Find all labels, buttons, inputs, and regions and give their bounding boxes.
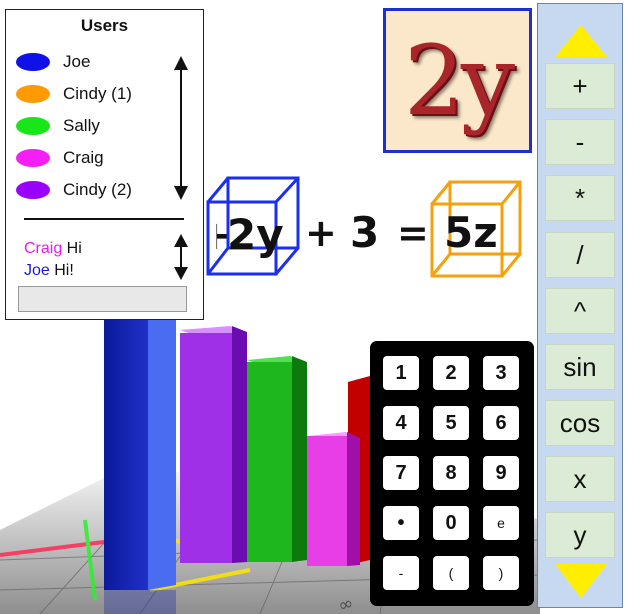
users-panel-title: Users (80, 16, 129, 35)
chat-message-joe: Joe Hi! (24, 262, 74, 280)
key-2[interactable]: 2 (433, 356, 469, 390)
users-panel: Users Joe Cindy (1) Sally Craig Cindy (2… (5, 9, 204, 320)
key-3[interactable]: 3 (483, 356, 519, 390)
key-close-paren[interactable]: ) (483, 556, 519, 590)
key-e[interactable]: e (483, 506, 519, 540)
key-decimal-point[interactable]: • (383, 506, 419, 540)
term-tile-label: 2y (403, 24, 515, 137)
chat-input[interactable] (18, 286, 187, 312)
user-color-dot (16, 53, 50, 71)
operator-power-button[interactable]: ^ (545, 288, 615, 334)
equation-plus: + (305, 211, 337, 255)
user-color-dot (16, 117, 50, 135)
term-tile-2y[interactable]: 2y (383, 8, 532, 153)
key-7[interactable]: 7 (383, 456, 419, 490)
bar-magenta (307, 432, 360, 566)
user-name: Craig (63, 148, 104, 167)
scroll-up-arrow-icon[interactable] (555, 25, 607, 57)
bar-green (247, 356, 307, 562)
operators-panel: + - * / ^ sin cos x y (537, 3, 623, 608)
user-color-dot (16, 181, 50, 199)
operator-plus-button[interactable]: + (545, 63, 615, 109)
key-6[interactable]: 6 (483, 406, 519, 440)
key-0[interactable]: 0 (433, 506, 469, 540)
operator-divide-button[interactable]: / (545, 232, 615, 278)
operator-multiply-button[interactable]: * (545, 175, 615, 221)
chat-sender: Craig (24, 240, 63, 257)
users-chat-divider[interactable] (24, 218, 184, 220)
key-open-paren[interactable]: ( (433, 556, 469, 590)
chat-text: Hi! (49, 262, 74, 279)
equation-term-2y: 2y (227, 210, 284, 259)
operator-minus-button[interactable]: - (545, 119, 615, 165)
equation-three: 3 (350, 208, 380, 257)
user-item-cindy-2[interactable]: Cindy (2) (16, 178, 132, 202)
user-item-sally[interactable]: Sally (16, 114, 100, 138)
user-color-dot (16, 85, 50, 103)
operator-cos-button[interactable]: cos (545, 400, 615, 446)
operator-sin-button[interactable]: sin (545, 344, 615, 390)
user-list-resize-arrow-icon[interactable] (172, 56, 190, 200)
equation-equals: = (397, 211, 429, 255)
equation-term-5z: 5z (444, 208, 498, 257)
user-name: Joe (63, 52, 91, 71)
chat-resize-arrow-icon[interactable] (172, 234, 190, 280)
user-item-craig[interactable]: Craig (16, 146, 104, 170)
user-name: Sally (63, 116, 100, 135)
key-8[interactable]: 8 (433, 456, 469, 490)
variable-x-button[interactable]: x (545, 456, 615, 502)
variable-y-button[interactable]: y (545, 512, 615, 558)
key-4[interactable]: 4 (383, 406, 419, 440)
key-5[interactable]: 5 (433, 406, 469, 440)
chat-sender: Joe (24, 262, 50, 279)
bar-reflection (104, 590, 176, 614)
user-color-dot (16, 149, 50, 167)
chat-text: Hi (62, 240, 82, 257)
chat-message-craig: Craig Hi (24, 240, 82, 258)
bar-blue (104, 320, 176, 590)
user-item-cindy-1[interactable]: Cindy (1) (16, 82, 132, 106)
key-9[interactable]: 9 (483, 456, 519, 490)
user-item-joe[interactable]: Joe (16, 50, 90, 74)
key-minus[interactable]: - (383, 556, 419, 590)
user-name: Cindy (2) (63, 180, 132, 199)
scroll-down-arrow-icon[interactable] (555, 564, 607, 598)
key-1[interactable]: 1 (383, 356, 419, 390)
bar-purple (180, 326, 247, 563)
user-name: Cindy (1) (63, 84, 132, 103)
number-keypad: 1 2 3 4 5 6 7 8 9 • 0 e - ( ) (370, 341, 534, 606)
